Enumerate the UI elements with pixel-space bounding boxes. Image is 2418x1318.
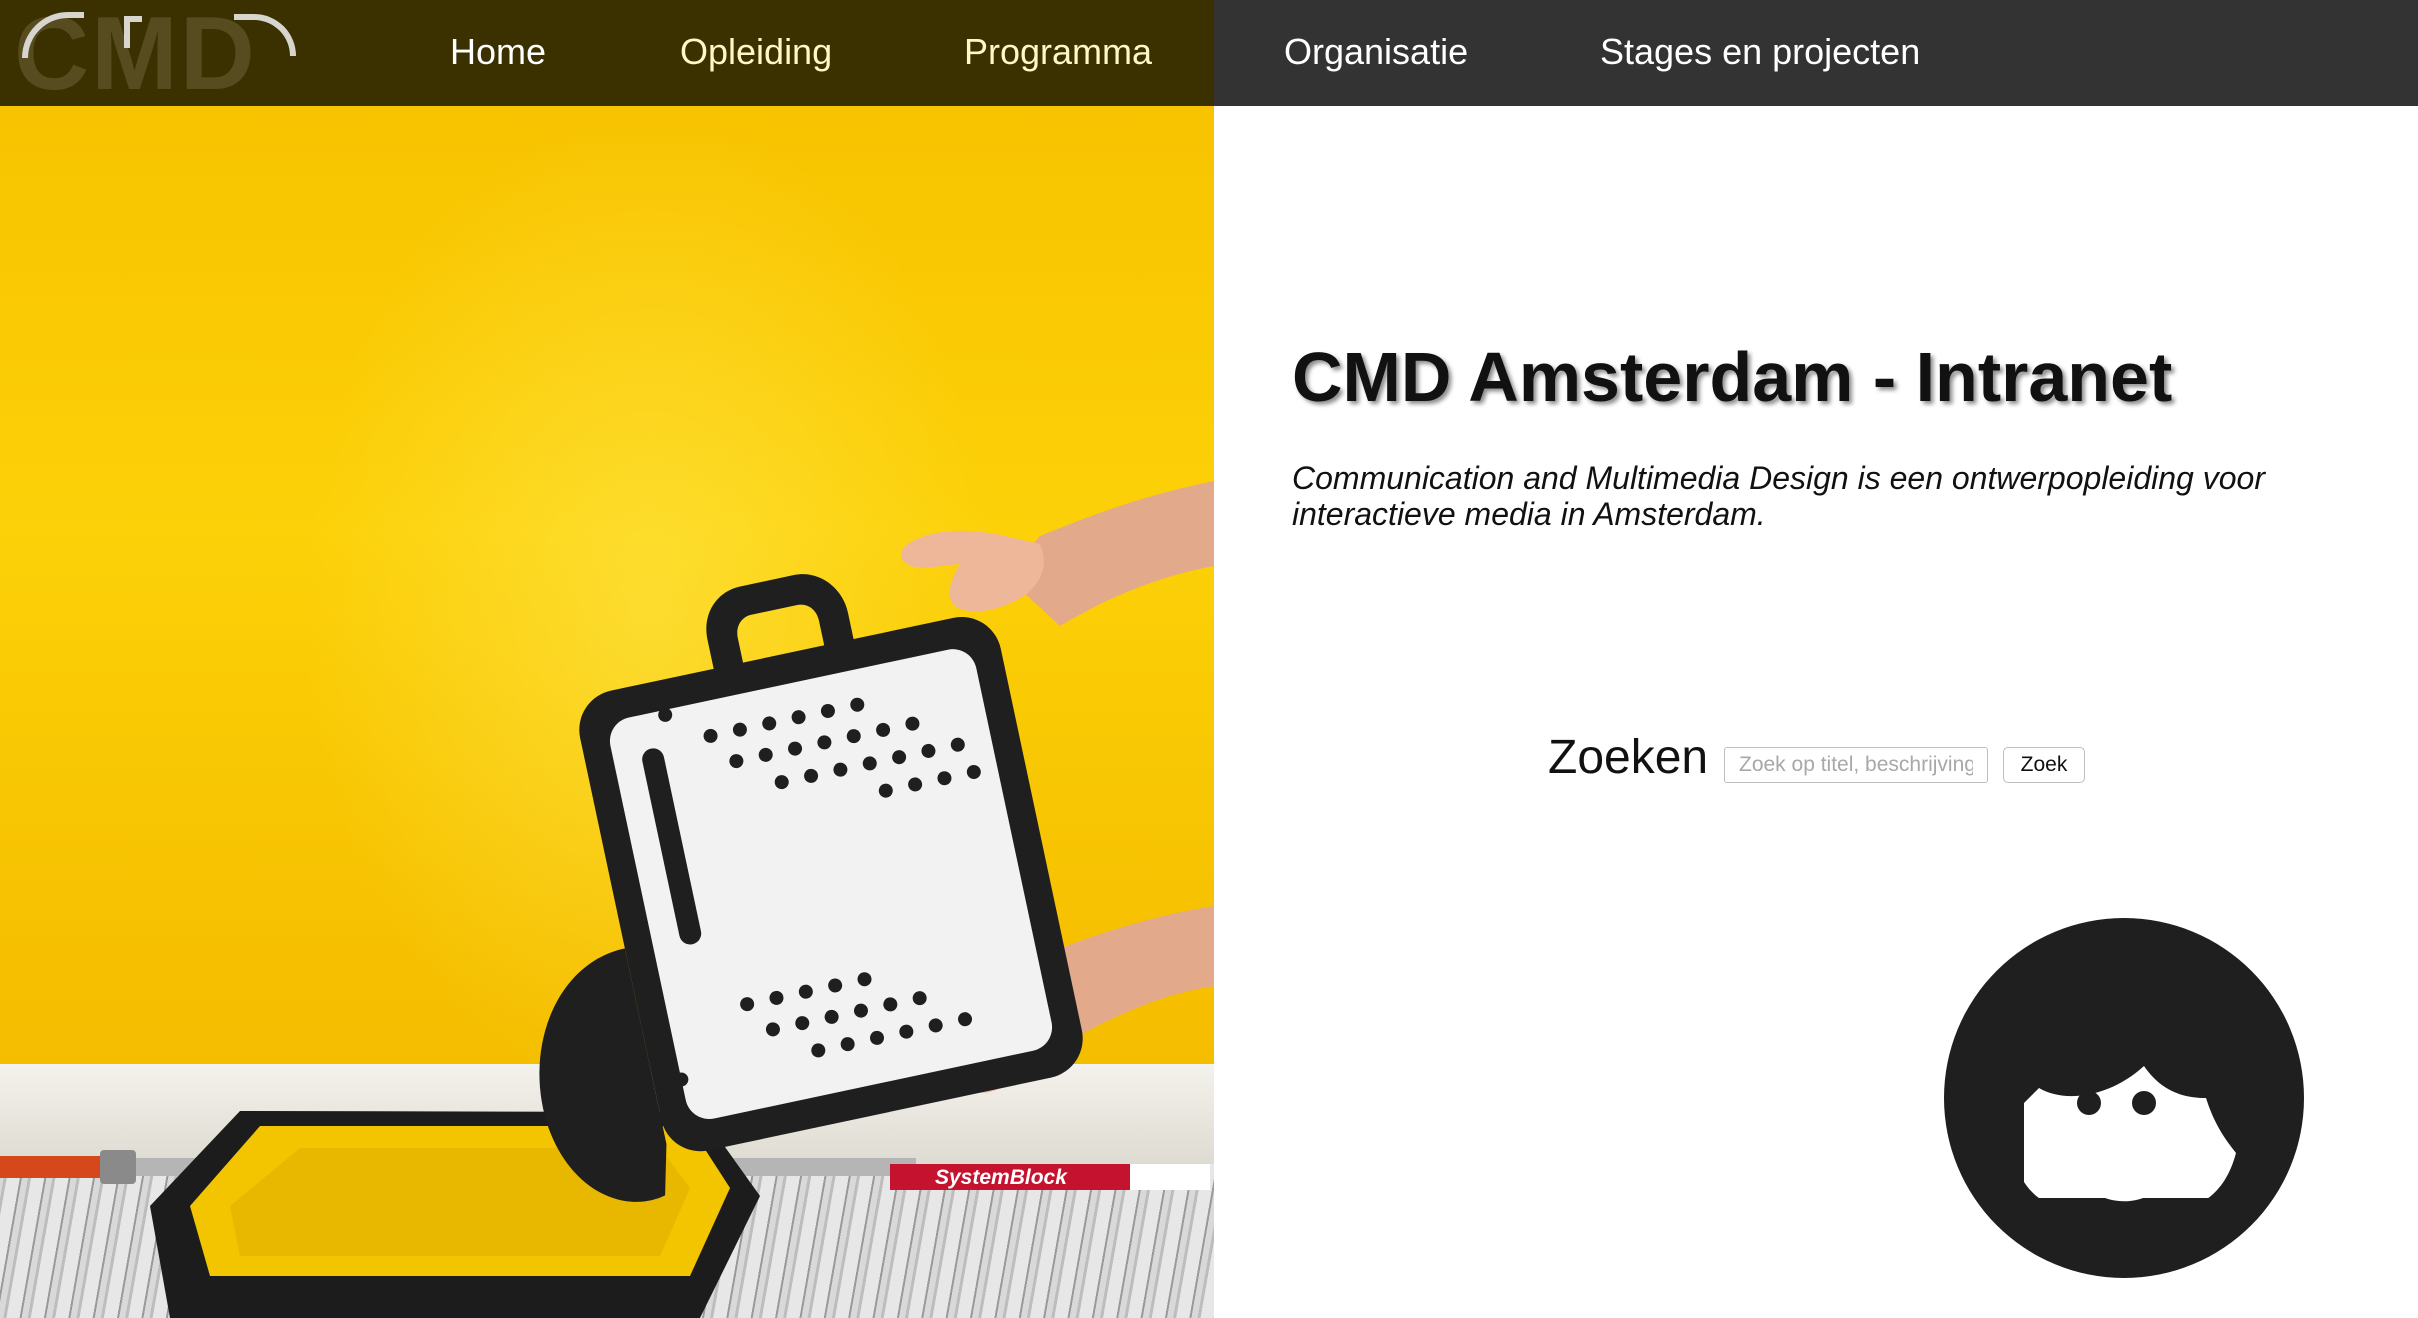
roller-brand-text: SystemBlock [935,1166,1068,1189]
bearded-face-icon [1944,918,2304,1278]
nav-link-organisatie[interactable]: Organisatie [1284,0,1468,106]
logo-arc [234,14,296,56]
nav-link-stages-en-projecten[interactable]: Stages en projecten [1600,0,1920,106]
search-label: Zoeken [1548,731,1709,784]
cmd-logo[interactable]: CMD [14,8,304,100]
hero-image: SystemBlock [0,106,1214,1318]
tagline: Communication and Multimedia Design is e… [1292,460,2265,532]
search-button[interactable]: Zoek [2003,747,2085,783]
paint-tray [150,1111,760,1318]
nav-link-opleiding[interactable]: Opleiding [680,0,832,106]
hero-illustration: SystemBlock [0,481,1214,1318]
main-navigation: CMD Home Opleiding Programma Organisatie… [0,0,2418,106]
nav-link-programma[interactable]: Programma [964,0,1152,106]
search-input[interactable] [1724,747,1988,783]
nav-link-home[interactable]: Home [450,0,546,106]
page-title: CMD Amsterdam - Intranet [1292,337,2173,416]
logo-arc [124,16,142,48]
